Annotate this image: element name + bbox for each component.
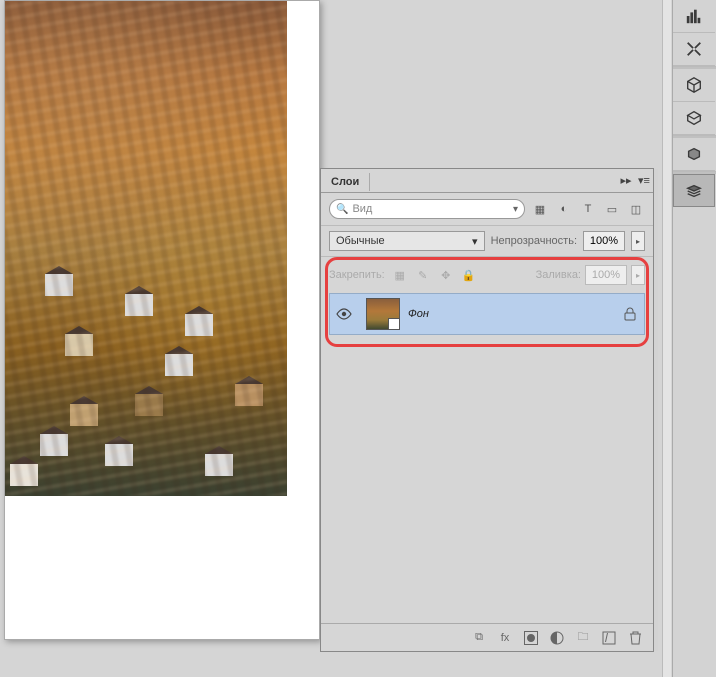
group-icon[interactable]: 🗀 bbox=[575, 630, 591, 646]
search-icon: 🔍 bbox=[336, 204, 348, 215]
lock-all-icon[interactable]: 🔒 bbox=[462, 268, 476, 282]
panel-menu-icon[interactable]: ▾≡ bbox=[635, 172, 653, 190]
filter-smart-icon[interactable]: ◫ bbox=[627, 200, 645, 218]
canvas-document[interactable] bbox=[4, 0, 320, 640]
search-label: Вид bbox=[352, 203, 509, 215]
layer-locked-icon bbox=[616, 307, 644, 321]
adjustment-layer-icon[interactable] bbox=[549, 630, 565, 646]
box-icon[interactable] bbox=[673, 102, 715, 135]
blend-mode-row: Обычные ▾ Непрозрачность: 100% ▸ bbox=[321, 226, 653, 257]
layers-icon[interactable] bbox=[673, 174, 715, 207]
histogram-icon[interactable] bbox=[673, 0, 715, 33]
filter-shape-icon[interactable]: ▭ bbox=[603, 200, 621, 218]
new-layer-icon[interactable] bbox=[601, 630, 617, 646]
chevron-down-icon: ▾ bbox=[472, 235, 478, 248]
fx-icon[interactable]: fx bbox=[497, 630, 513, 646]
tab-layers[interactable]: Слои bbox=[321, 173, 370, 191]
filter-image-icon[interactable]: ▦ bbox=[531, 200, 549, 218]
fill-label: Заливка: bbox=[536, 269, 581, 281]
vertical-scrollbar[interactable] bbox=[662, 0, 671, 677]
layers-panel-footer: ⧉ fx 🗀 bbox=[321, 623, 653, 651]
layer-thumbnail[interactable] bbox=[366, 298, 400, 330]
fill-input[interactable]: 100% bbox=[585, 265, 627, 285]
tools-icon[interactable] bbox=[673, 33, 715, 66]
layers-panel: Слои ▸▸ ▾≡ 🔍 Вид ▾ ▦ ◐ T ▭ ◫ Обычные bbox=[320, 168, 654, 652]
fill-slider-toggle[interactable]: ▸ bbox=[631, 265, 645, 285]
3d-cube-icon[interactable] bbox=[673, 69, 715, 102]
layer-filter-row: 🔍 Вид ▾ ▦ ◐ T ▭ ◫ bbox=[321, 193, 653, 226]
workspace: Слои ▸▸ ▾≡ 🔍 Вид ▾ ▦ ◐ T ▭ ◫ Обычные bbox=[0, 0, 716, 677]
opacity-slider-toggle[interactable]: ▸ bbox=[631, 231, 645, 251]
lock-move-icon[interactable]: ✥ bbox=[439, 268, 453, 282]
link-layers-icon[interactable]: ⧉ bbox=[471, 630, 487, 646]
layer-search-input[interactable]: 🔍 Вид ▾ bbox=[329, 199, 525, 219]
filter-type-icon[interactable]: T bbox=[579, 200, 597, 218]
opacity-input[interactable]: 100% bbox=[583, 231, 625, 251]
lock-brush-icon[interactable]: ✎ bbox=[416, 268, 430, 282]
single-cube-icon[interactable] bbox=[673, 138, 715, 171]
lock-label: Закрепить: bbox=[329, 269, 385, 281]
panel-tabs: Слои ▸▸ ▾≡ bbox=[321, 169, 653, 193]
layer-list: Фон bbox=[329, 291, 645, 335]
blend-mode-select[interactable]: Обычные ▾ bbox=[329, 231, 485, 251]
blend-mode-value: Обычные bbox=[336, 235, 385, 247]
lock-pixels-icon[interactable]: ▦ bbox=[393, 268, 407, 282]
collapse-panel-icon[interactable]: ▸▸ bbox=[617, 172, 635, 190]
layer-row[interactable]: Фон bbox=[329, 293, 645, 335]
opacity-label: Непрозрачность: bbox=[491, 235, 577, 247]
visibility-toggle-icon[interactable] bbox=[330, 308, 358, 320]
mask-icon[interactable] bbox=[523, 630, 539, 646]
right-dock-toolbar bbox=[672, 0, 716, 677]
delete-layer-icon[interactable] bbox=[627, 630, 643, 646]
layer-name-label[interactable]: Фон bbox=[408, 308, 616, 320]
filter-adjust-icon[interactable]: ◐ bbox=[555, 200, 573, 218]
canvas-image bbox=[5, 1, 287, 496]
lock-options-row: Закрепить: ▦ ✎ ✥ 🔒 Заливка: 100% ▸ bbox=[329, 263, 645, 291]
chevron-down-icon: ▾ bbox=[513, 204, 518, 215]
locked-highlight-zone: Закрепить: ▦ ✎ ✥ 🔒 Заливка: 100% ▸ bbox=[321, 257, 653, 351]
